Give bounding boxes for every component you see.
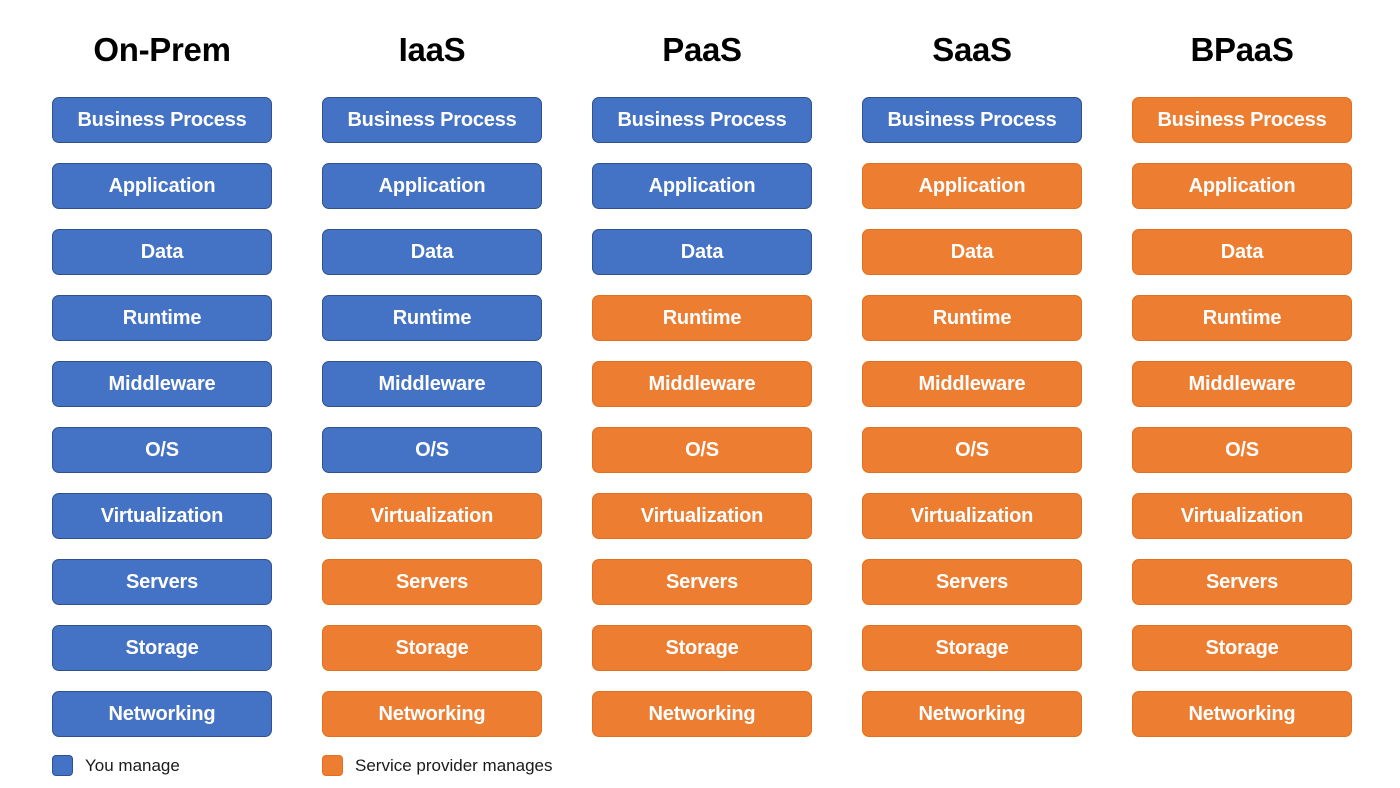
column-header: SaaS bbox=[932, 31, 1012, 68]
layer-box: Runtime bbox=[592, 295, 812, 341]
layer-stack: Business Process Application Data Runtime Mi… bbox=[322, 97, 542, 757]
layer-box: Middleware bbox=[1132, 361, 1352, 407]
layer-box: Servers bbox=[322, 559, 542, 605]
layer-box: Networking bbox=[592, 691, 812, 737]
layer-box: Runtime bbox=[52, 295, 272, 341]
layer-box: Virtualization bbox=[1132, 493, 1352, 539]
layer-box: Virtualization bbox=[322, 493, 542, 539]
legend: You manage Service provider manages bbox=[0, 752, 1400, 782]
layer-box: Virtualization bbox=[52, 493, 272, 539]
layer-box: Storage bbox=[322, 625, 542, 671]
layer-box: Application bbox=[52, 163, 272, 209]
layer-box: Application bbox=[1132, 163, 1352, 209]
layer-box: Business Process bbox=[52, 97, 272, 143]
cloud-responsibility-diagram: On-Prem Business Process Application Data Ru… bbox=[0, 0, 1400, 788]
layer-box: Servers bbox=[1132, 559, 1352, 605]
column-header: PaaS bbox=[662, 31, 742, 68]
layer-box: Runtime bbox=[322, 295, 542, 341]
layer-box: Business Process bbox=[592, 97, 812, 143]
layer-box: Storage bbox=[862, 625, 1082, 671]
legend-swatch-you-manage bbox=[52, 754, 73, 776]
layer-box: Virtualization bbox=[862, 493, 1082, 539]
legend-label-you-manage: You manage bbox=[85, 755, 180, 775]
layer-box: Servers bbox=[592, 559, 812, 605]
layer-stack: Business Process Application Data Runtime Mi… bbox=[862, 97, 1082, 757]
column-header: IaaS bbox=[398, 31, 466, 68]
layer-box: Application bbox=[592, 163, 812, 209]
layer-box: Business Process bbox=[1132, 97, 1352, 143]
layer-box: Data bbox=[52, 229, 272, 275]
legend-label-service-provider-manages: Service provider manages bbox=[355, 755, 553, 775]
layer-box: O/S bbox=[862, 427, 1082, 473]
layer-box: Business Process bbox=[322, 97, 542, 143]
layer-box: Runtime bbox=[1132, 295, 1352, 341]
layer-box: Middleware bbox=[592, 361, 812, 407]
layer-box: Business Process bbox=[862, 97, 1082, 143]
layer-box: Storage bbox=[52, 625, 272, 671]
layer-box: Virtualization bbox=[592, 493, 812, 539]
legend-swatch-service-provider-manages bbox=[322, 754, 343, 776]
layer-box: Middleware bbox=[52, 361, 272, 407]
layer-box: O/S bbox=[322, 427, 542, 473]
layer-box: O/S bbox=[52, 427, 272, 473]
layer-box: Application bbox=[322, 163, 542, 209]
layer-box: Application bbox=[862, 163, 1082, 209]
layer-box: Servers bbox=[52, 559, 272, 605]
layer-box: Networking bbox=[862, 691, 1082, 737]
layer-box: Networking bbox=[1132, 691, 1352, 737]
layer-box: Storage bbox=[592, 625, 812, 671]
layer-stack: Business Process Application Data Runtime Mi… bbox=[592, 97, 812, 757]
layer-stack: Business Process Application Data Runtime Mi… bbox=[1132, 97, 1352, 757]
layer-box: Storage bbox=[1132, 625, 1352, 671]
layer-box: Networking bbox=[322, 691, 542, 737]
layer-box: O/S bbox=[592, 427, 812, 473]
legend-item-you-manage: You manage bbox=[52, 752, 180, 778]
layer-box: Middleware bbox=[862, 361, 1082, 407]
column-header: On-Prem bbox=[93, 31, 231, 68]
layer-box: Servers bbox=[862, 559, 1082, 605]
legend-item-service-provider-manages: Service provider manages bbox=[322, 752, 552, 778]
layer-box: Middleware bbox=[322, 361, 542, 407]
column-header: BPaaS bbox=[1190, 31, 1294, 68]
layer-box: Data bbox=[592, 229, 812, 275]
layer-box: Data bbox=[862, 229, 1082, 275]
layer-box: O/S bbox=[1132, 427, 1352, 473]
layer-box: Data bbox=[1132, 229, 1352, 275]
layer-box: Data bbox=[322, 229, 542, 275]
layer-box: Networking bbox=[52, 691, 272, 737]
layer-stack: Business Process Application Data Runtime Mi… bbox=[52, 97, 272, 757]
layer-box: Runtime bbox=[862, 295, 1082, 341]
